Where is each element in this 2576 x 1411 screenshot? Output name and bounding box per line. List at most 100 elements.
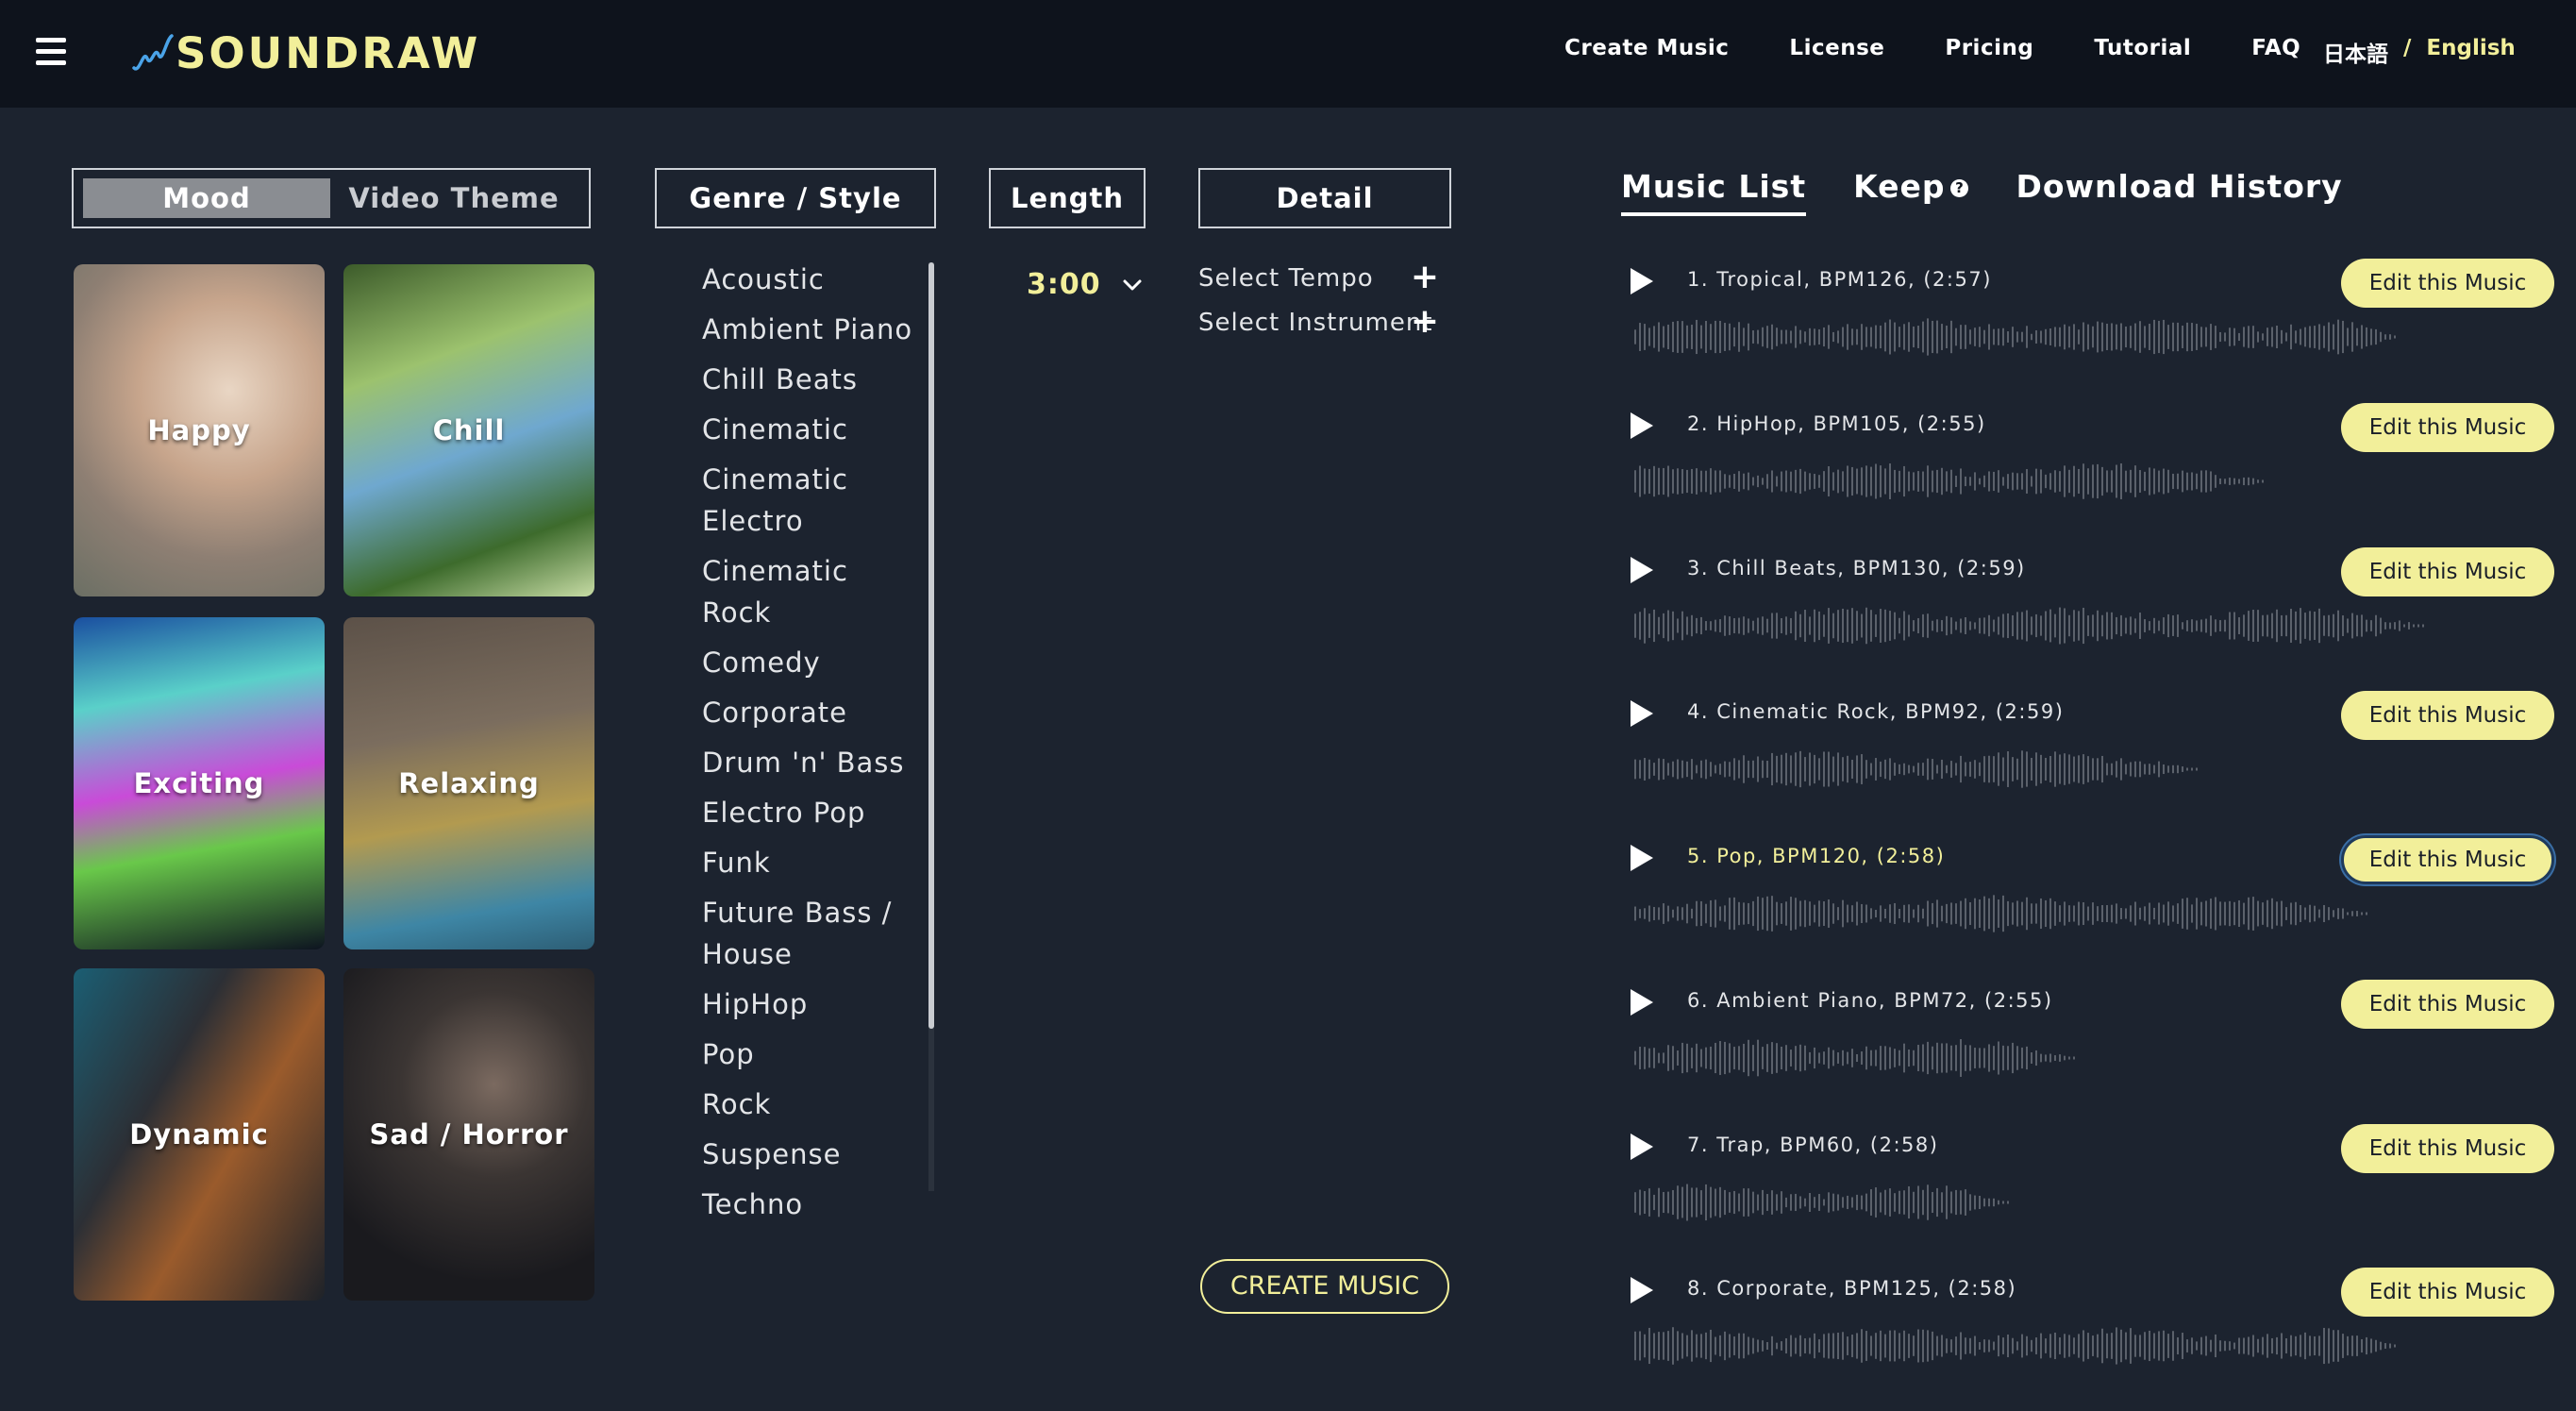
play-icon[interactable] (1631, 1277, 1653, 1303)
tab-music-list[interactable]: Music List (1621, 168, 1807, 216)
mood-card-chill[interactable]: Chill (343, 264, 594, 596)
edit-music-button[interactable]: Edit this Music (2341, 1124, 2554, 1173)
nav-license[interactable]: License (1789, 36, 1884, 60)
mood-card-label: Happy (147, 414, 251, 446)
track-title[interactable]: 3. Chill Beats, BPM130, (2:59) (1687, 557, 2026, 580)
mood-tab-switch: Mood Video Theme (72, 168, 591, 228)
track-row: 5. Pop, BPM120, (2:58) Edit this Music (1621, 835, 2555, 979)
play-icon[interactable] (1631, 845, 1653, 871)
genre-scrollbar-thumb[interactable] (928, 262, 934, 1029)
lang-separator: / (2403, 36, 2412, 60)
tab-keep-label: Keep (1853, 168, 1946, 205)
mood-card-exciting[interactable]: Exciting (74, 617, 325, 949)
play-icon[interactable] (1631, 989, 1653, 1016)
create-music-button[interactable]: CREATE MUSIC (1200, 1259, 1449, 1314)
waveform[interactable] (1634, 1322, 2399, 1369)
genre-item[interactable]: Rock (702, 1083, 919, 1125)
waveform[interactable] (1634, 602, 2427, 649)
track-title[interactable]: 5. Pop, BPM120, (2:58) (1687, 845, 1945, 867)
track-row: 7. Trap, BPM60, (2:58) Edit this Music (1621, 1124, 2555, 1268)
edit-music-button[interactable]: Edit this Music (2341, 547, 2554, 596)
genre-scrollbar[interactable] (928, 262, 934, 1191)
genre-item[interactable]: Cinematic Electro (702, 459, 919, 542)
waveform[interactable] (1634, 313, 2399, 361)
select-instrument[interactable]: Select Instrument + (1198, 305, 1440, 339)
genre-list: Acoustic Ambient Piano Chill Beats Cinem… (702, 259, 919, 1234)
genre-item[interactable]: Comedy (702, 642, 919, 683)
genre-item[interactable]: Acoustic (702, 259, 919, 300)
genre-item[interactable]: Drum 'n' Bass (702, 742, 919, 783)
play-icon[interactable] (1631, 412, 1653, 439)
nav-faq[interactable]: FAQ (2251, 36, 2300, 60)
nav-pricing[interactable]: Pricing (1945, 36, 2033, 60)
length-value: 3:00 (1027, 268, 1101, 301)
plus-icon[interactable]: + (1411, 305, 1440, 339)
waveform[interactable] (1634, 1034, 2078, 1082)
play-icon[interactable] (1631, 700, 1653, 727)
edit-music-button[interactable]: Edit this Music (2341, 1268, 2554, 1317)
menu-icon[interactable] (36, 38, 66, 66)
track-title[interactable]: 8. Corporate, BPM125, (2:58) (1687, 1277, 2016, 1300)
music-list-tabs: Music List Keep? Download History (1621, 168, 2390, 216)
select-tempo-label: Select Tempo (1198, 264, 1374, 293)
language-switch: 日本語 / English (2323, 36, 2516, 68)
play-icon[interactable] (1631, 557, 1653, 583)
track-row: 8. Corporate, BPM125, (2:58) Edit this Mu… (1621, 1268, 2555, 1411)
nav-tutorial[interactable]: Tutorial (2094, 36, 2191, 60)
lang-english[interactable]: English (2426, 36, 2515, 68)
main-nav: Create Music License Pricing Tutorial FA… (1564, 36, 2361, 60)
genre-item[interactable]: Future Bass / House (702, 892, 919, 975)
tab-download-history[interactable]: Download History (2016, 168, 2342, 216)
edit-music-button[interactable]: Edit this Music (2341, 691, 2554, 740)
mood-card-sad-horror[interactable]: Sad / Horror (343, 968, 594, 1301)
lang-japanese[interactable]: 日本語 (2323, 36, 2388, 68)
track-row: 1. Tropical, BPM126, (2:57) Edit this Mus… (1621, 259, 2555, 402)
waveform[interactable] (1634, 890, 2370, 937)
length-heading: Length (989, 168, 1146, 228)
edit-music-button[interactable]: Edit this Music (2341, 403, 2554, 452)
mood-card-dynamic[interactable]: Dynamic (74, 968, 325, 1301)
tab-mood[interactable]: Mood (83, 178, 330, 218)
mood-card-label: Exciting (133, 767, 265, 799)
genre-item[interactable]: Pop (702, 1033, 919, 1075)
genre-item[interactable]: HipHop (702, 983, 919, 1025)
track-title[interactable]: 2. HipHop, BPM105, (2:55) (1687, 412, 1986, 435)
select-tempo[interactable]: Select Tempo + (1198, 260, 1440, 294)
genre-item[interactable]: Chill Beats (702, 359, 919, 400)
genre-item[interactable]: Corporate (702, 692, 919, 733)
play-icon[interactable] (1631, 268, 1653, 294)
genre-item[interactable]: Techno (702, 1184, 919, 1225)
mood-card-relaxing[interactable]: Relaxing (343, 617, 594, 949)
genre-item[interactable]: Electro Pop (702, 792, 919, 833)
genre-item[interactable]: Funk (702, 842, 919, 883)
tab-keep[interactable]: Keep? (1853, 168, 1969, 216)
genre-item[interactable]: Ambient Piano (702, 309, 919, 350)
waveform[interactable] (1634, 746, 2200, 793)
mood-card-label: Relaxing (398, 767, 540, 799)
edit-music-button[interactable]: Edit this Music (2341, 259, 2554, 308)
track-row: 2. HipHop, BPM105, (2:55) Edit this Music (1621, 403, 2555, 546)
track-title[interactable]: 1. Tropical, BPM126, (2:57) (1687, 268, 1992, 291)
tab-video-theme[interactable]: Video Theme (330, 178, 577, 218)
mood-card-label: Sad / Horror (369, 1118, 569, 1151)
edit-music-button[interactable]: Edit this Music (2341, 980, 2554, 1029)
genre-item[interactable]: Suspense (702, 1134, 919, 1175)
nav-create-music[interactable]: Create Music (1564, 36, 1729, 60)
plus-icon[interactable]: + (1411, 260, 1440, 294)
track-title[interactable]: 4. Cinematic Rock, BPM92, (2:59) (1687, 700, 2064, 723)
edit-music-button[interactable]: Edit this Music (2341, 835, 2554, 884)
genre-item[interactable]: Cinematic (702, 409, 919, 450)
mood-card-label: Chill (432, 414, 506, 446)
mood-card-label: Dynamic (129, 1118, 269, 1151)
help-icon[interactable]: ? (1950, 179, 1969, 197)
waveform[interactable] (1634, 458, 2267, 505)
logo-text: SOUNDRAW (176, 27, 481, 78)
genre-item[interactable]: Cinematic Rock (702, 550, 919, 633)
length-select[interactable]: 3:00 (1027, 268, 1143, 301)
waveform[interactable] (1634, 1179, 2012, 1226)
track-title[interactable]: 7. Trap, BPM60, (2:58) (1687, 1134, 1938, 1156)
mood-card-happy[interactable]: Happy (74, 264, 325, 596)
play-icon[interactable] (1631, 1134, 1653, 1160)
track-title[interactable]: 6. Ambient Piano, BPM72, (2:55) (1687, 989, 2053, 1012)
soundraw-logo[interactable]: SOUNDRAW (130, 25, 480, 81)
